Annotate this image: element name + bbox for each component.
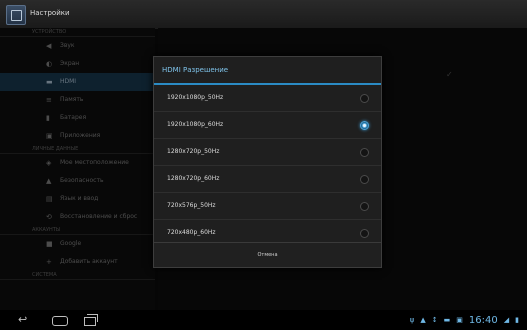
usb-debug-icon: ↕ [431,316,438,324]
resolution-option-label: 1920x1080p_50Hz [167,94,224,101]
app-title: Настройки [30,9,70,17]
dialog-title: HDMI Разрешение [154,57,381,85]
resolution-option-label: 1280x720p_60Hz [167,175,220,182]
clock: 16:40 [468,314,498,326]
radio-button[interactable] [360,175,369,184]
status-area[interactable]: ψ ▲ ↕ ▬ ▣ 16:40 ◢ ▮ [410,314,519,326]
recent-apps-icon[interactable] [84,314,98,326]
resolution-option[interactable]: 1920x1080p_50Hz [154,85,381,112]
radio-button[interactable] [360,94,369,103]
system-bar: ↩ ψ ▲ ↕ ▬ ▣ 16:40 ◢ ▮ [0,310,527,330]
hdmi-resolution-dialog: HDMI Разрешение 1920x1080p_50Hz 1920x1080… [153,56,382,268]
resolution-option[interactable]: 1920x1080p_60Hz [154,112,381,139]
radio-button[interactable] [360,202,369,211]
resolution-option[interactable]: 720x576p_50Hz [154,193,381,220]
radio-button[interactable] [360,148,369,157]
resolution-option-label: 720x576p_50Hz [167,202,216,209]
action-bar: Настройки [0,0,527,29]
home-icon[interactable] [52,316,68,326]
cancel-button[interactable]: Отмена [154,242,381,267]
resolution-option-label: 1920x1080p_60Hz [167,121,224,128]
resolution-option-label: 720x480p_60Hz [167,229,216,236]
resolution-option[interactable]: 1280x720p_60Hz [154,166,381,193]
warning-icon: ▲ [420,316,426,324]
back-icon[interactable]: ↩ [18,314,27,326]
settings-app-icon[interactable] [6,5,26,25]
screen-icon: ▣ [456,316,463,324]
resolution-option-label: 1280x720p_50Hz [167,148,220,155]
battery-status-icon: ▮ [515,316,519,324]
resolution-option[interactable]: 1280x720p_50Hz [154,139,381,166]
notification-icon: ▬ [443,316,451,324]
radio-button[interactable] [360,121,369,130]
usb-icon: ψ [409,316,415,324]
wifi-icon: ◢ [503,316,510,324]
radio-button[interactable] [360,229,369,238]
